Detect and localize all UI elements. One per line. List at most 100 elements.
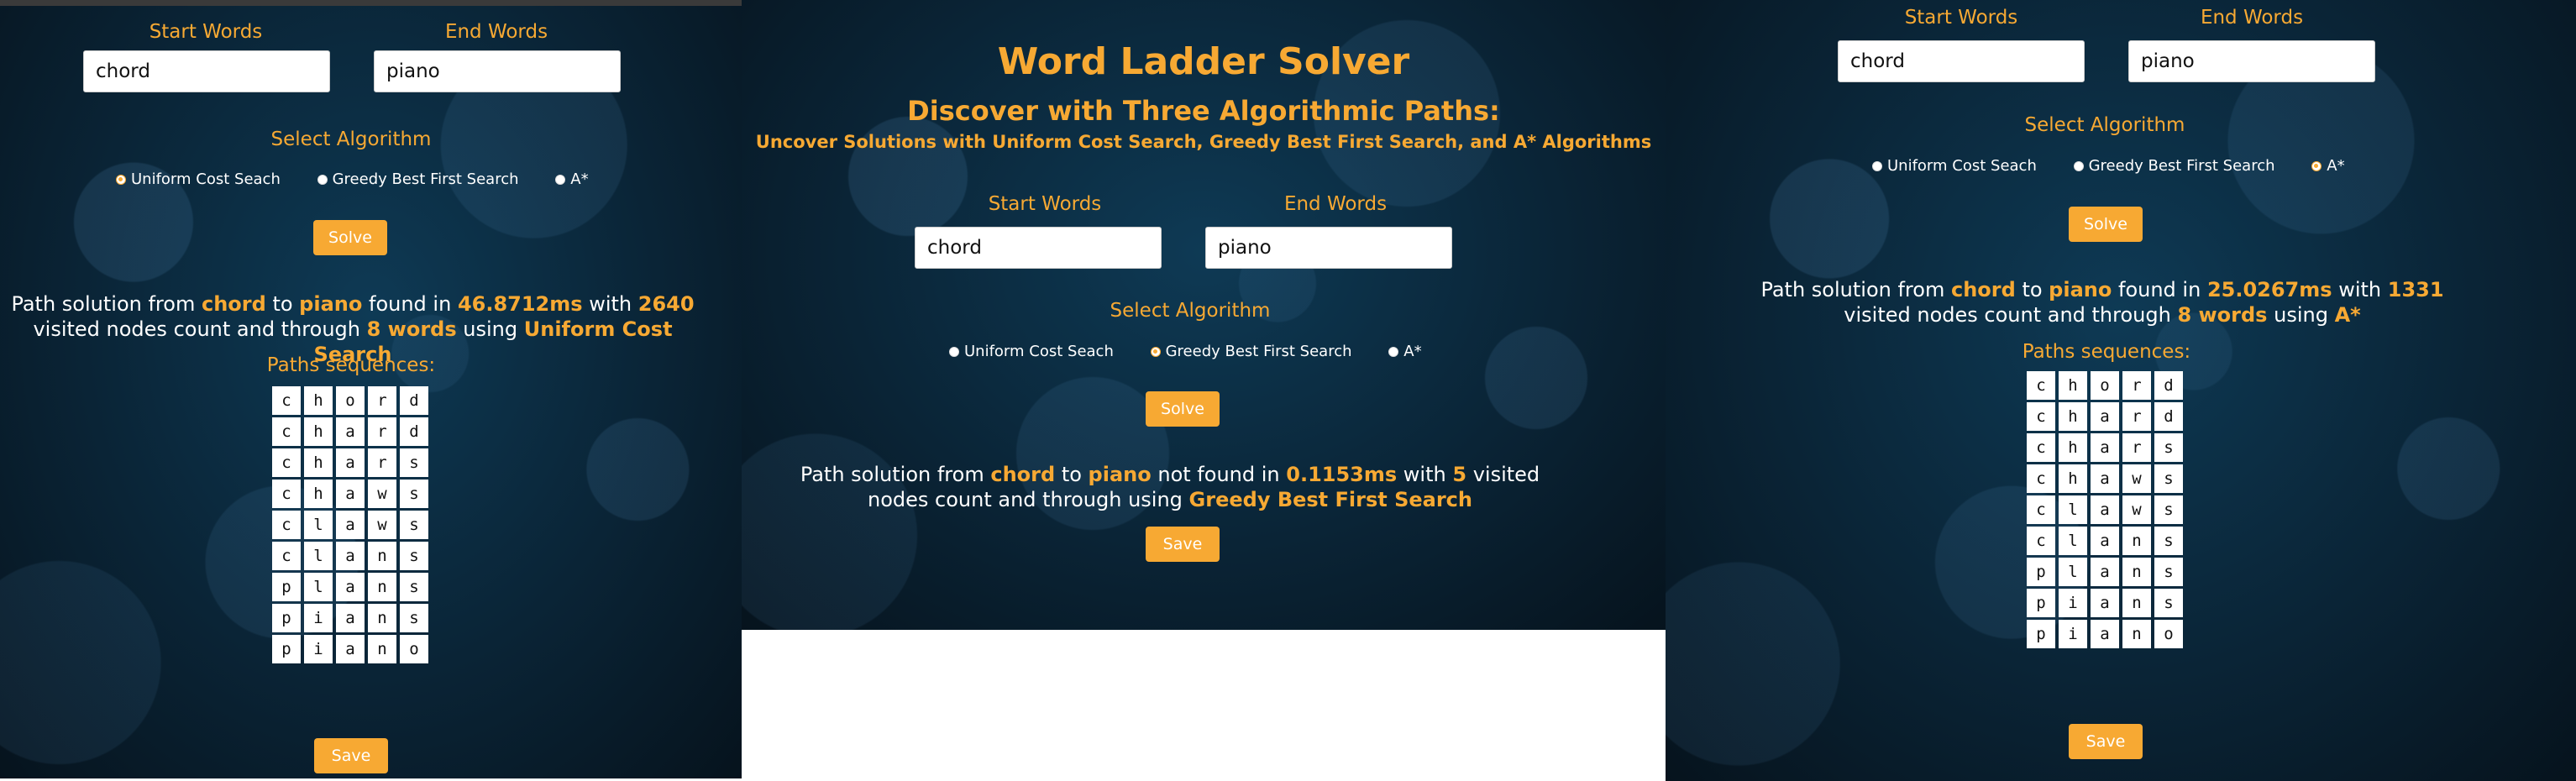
save-button[interactable]: Save [1146, 527, 1220, 562]
letter-cell: p [2027, 589, 2055, 617]
letter-cell: r [2122, 433, 2151, 462]
path-word-row: chard [2027, 402, 2186, 433]
letter-cell: r [368, 417, 396, 446]
path-word-row: claws [272, 511, 432, 542]
letter-cell: a [336, 417, 365, 446]
letter-cell: n [2122, 527, 2151, 555]
paths-grid: chordchardcharschawsclawsclansplanspians… [272, 386, 432, 666]
letter-cell: a [2091, 620, 2119, 648]
letter-cell: i [304, 635, 333, 663]
letter-cell: c [272, 386, 301, 415]
page-subtitle: Discover with Three Algorithmic Paths: [907, 95, 1500, 127]
letter-cell: n [2122, 589, 2151, 617]
option-uniform-cost[interactable]: Uniform Cost Seach [116, 170, 281, 188]
start-words-label: Start Words [988, 193, 1102, 215]
letter-cell: n [368, 573, 396, 601]
panel-uniform-cost: Start Words End Words chord piano Select… [0, 0, 742, 778]
save-button[interactable]: Save [314, 738, 388, 773]
letter-cell: h [2059, 464, 2087, 493]
end-words-label: End Words [444, 21, 548, 43]
letter-cell: a [336, 573, 365, 601]
letter-cell: l [304, 542, 333, 570]
letter-cell: a [2091, 558, 2119, 586]
letter-cell: w [2122, 464, 2151, 493]
letter-cell: i [304, 604, 333, 632]
option-uniform-cost[interactable]: Uniform Cost Seach [1872, 157, 2037, 175]
letter-cell: c [272, 542, 301, 570]
path-word-row: pians [2027, 589, 2186, 620]
letter-cell: n [2122, 620, 2151, 648]
letter-cell: s [2154, 495, 2183, 524]
letter-cell: i [2059, 620, 2087, 648]
select-algorithm-label: Select Algorithm [2024, 114, 2185, 136]
radio-unchecked-icon[interactable] [317, 175, 328, 185]
solve-button[interactable]: Solve [313, 220, 387, 255]
algorithm-radio-group: Uniform Cost Seach Greedy Best First Sea… [1872, 157, 2377, 175]
letter-cell: a [2091, 589, 2119, 617]
solve-button[interactable]: Solve [2069, 207, 2143, 242]
start-word-input[interactable]: chord [915, 227, 1162, 269]
letter-cell: l [2059, 495, 2087, 524]
letter-cell: o [2091, 371, 2119, 400]
letter-cell: i [2059, 589, 2087, 617]
letter-cell: w [368, 480, 396, 508]
letter-cell: n [368, 604, 396, 632]
letter-cell: r [368, 448, 396, 477]
save-button[interactable]: Save [2069, 724, 2143, 759]
path-word-row: chaws [2027, 464, 2186, 495]
option-a-star[interactable]: A* [2311, 157, 2345, 175]
letter-cell: o [336, 386, 365, 415]
panel-greedy-best-first: Word Ladder Solver Discover with Three A… [742, 0, 1666, 630]
start-word-input[interactable]: chord [83, 50, 330, 92]
letter-cell: c [2027, 495, 2055, 524]
letter-cell: o [2154, 620, 2183, 648]
letter-cell: c [272, 417, 301, 446]
letter-cell: s [2154, 464, 2183, 493]
letter-cell: a [2091, 527, 2119, 555]
option-greedy-best-first[interactable]: Greedy Best First Search [317, 170, 519, 188]
letter-cell: n [2122, 558, 2151, 586]
letter-cell: l [304, 573, 333, 601]
path-word-row: chars [2027, 433, 2186, 464]
end-word-input[interactable]: piano [1205, 227, 1452, 269]
radio-unchecked-icon[interactable] [1388, 347, 1399, 357]
option-a-star[interactable]: A* [555, 170, 589, 188]
end-word-input[interactable]: piano [2128, 40, 2375, 82]
end-word-input[interactable]: piano [374, 50, 621, 92]
end-words-label: End Words [1283, 193, 1388, 215]
letter-cell: h [304, 448, 333, 477]
letter-cell: c [272, 511, 301, 539]
letter-cell: o [400, 635, 428, 663]
radio-checked-icon[interactable] [1150, 347, 1161, 357]
page-title: Word Ladder Solver [997, 40, 1410, 83]
start-words-label: Start Words [1904, 7, 2018, 29]
end-words-label: End Words [2200, 7, 2304, 29]
letter-cell: a [336, 542, 365, 570]
result-text: Path solution from chord to piano found … [1760, 278, 2444, 327]
option-greedy-best-first[interactable]: Greedy Best First Search [2073, 157, 2275, 175]
start-words-label: Start Words [149, 21, 263, 43]
radio-checked-icon[interactable] [116, 175, 126, 185]
letter-cell: h [2059, 402, 2087, 431]
radio-unchecked-icon[interactable] [1872, 161, 1882, 171]
letter-cell: s [2154, 589, 2183, 617]
algorithm-radio-group: Uniform Cost Seach Greedy Best First Sea… [949, 343, 1454, 360]
option-uniform-cost[interactable]: Uniform Cost Seach [949, 343, 1114, 360]
radio-checked-icon[interactable] [2311, 161, 2322, 171]
letter-cell: l [2059, 527, 2087, 555]
option-a-star[interactable]: A* [1388, 343, 1422, 360]
radio-unchecked-icon[interactable] [949, 347, 959, 357]
letter-cell: n [368, 635, 396, 663]
letter-cell: r [2122, 402, 2151, 431]
letter-cell: d [400, 386, 428, 415]
radio-unchecked-icon[interactable] [555, 175, 566, 185]
letter-cell: a [2091, 495, 2119, 524]
letter-cell: c [2027, 464, 2055, 493]
path-word-row: clans [2027, 527, 2186, 558]
option-greedy-best-first[interactable]: Greedy Best First Search [1150, 343, 1352, 360]
radio-unchecked-icon[interactable] [2073, 161, 2084, 171]
solve-button[interactable]: Solve [1146, 391, 1220, 427]
start-word-input[interactable]: chord [1838, 40, 2085, 82]
letter-cell: d [400, 417, 428, 446]
letter-cell: h [2059, 371, 2087, 400]
